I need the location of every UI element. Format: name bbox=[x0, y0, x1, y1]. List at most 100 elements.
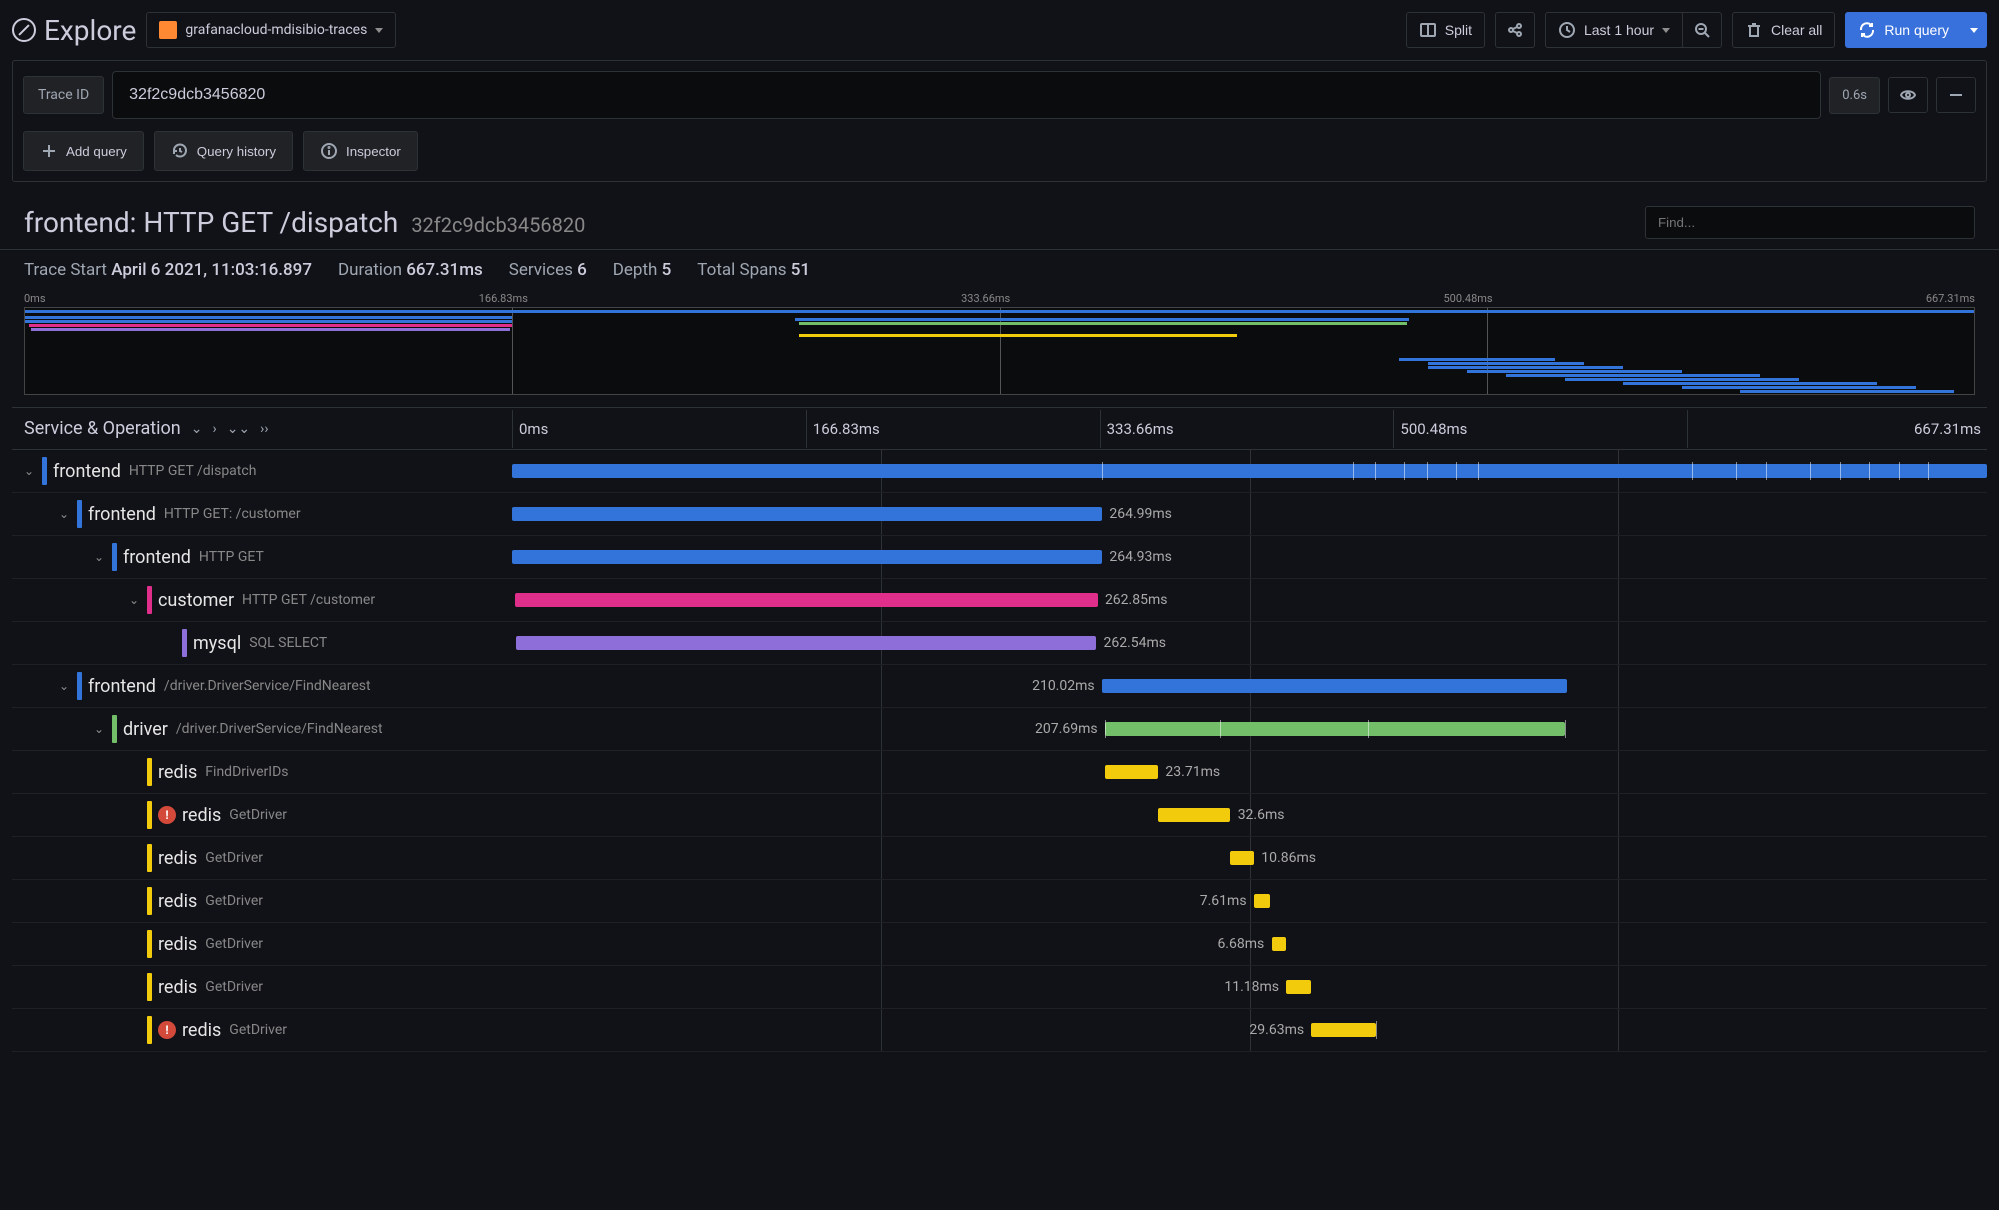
span-row[interactable]: redisGetDriver7.61ms bbox=[12, 880, 1987, 923]
query-history-button[interactable]: Query history bbox=[154, 131, 293, 171]
span-bar[interactable] bbox=[1102, 679, 1567, 693]
inspector-button[interactable]: Inspector bbox=[303, 131, 418, 171]
span-bar[interactable] bbox=[1254, 894, 1270, 908]
span-row[interactable]: !redisGetDriver29.63ms bbox=[12, 1009, 1987, 1052]
time-range-picker[interactable]: Last 1 hour bbox=[1545, 12, 1683, 48]
run-query-button[interactable]: Run query bbox=[1845, 12, 1962, 48]
chevron-down-icon bbox=[1970, 28, 1978, 33]
span-bar[interactable] bbox=[1158, 808, 1230, 822]
tick-label: 333.66ms bbox=[961, 292, 1010, 305]
columns-icon bbox=[1419, 21, 1437, 39]
minimap-body[interactable] bbox=[24, 307, 1975, 395]
span-bar[interactable] bbox=[1105, 765, 1158, 779]
span-bar[interactable] bbox=[512, 550, 1102, 564]
timeline-tick: 667.31ms bbox=[1687, 410, 1987, 448]
span-bar[interactable] bbox=[516, 636, 1096, 650]
zoom-out-button[interactable] bbox=[1683, 12, 1722, 48]
span-row[interactable]: redisGetDriver6.68ms bbox=[12, 923, 1987, 966]
find-input[interactable] bbox=[1645, 206, 1975, 239]
span-row[interactable]: redisGetDriver11.18ms bbox=[12, 966, 1987, 1009]
clock-icon bbox=[1558, 21, 1576, 39]
span-duration: 29.63ms bbox=[1249, 1022, 1304, 1038]
service-color-bar bbox=[147, 1016, 152, 1044]
tick-label: 166.83ms bbox=[479, 292, 528, 305]
toggle-visibility-button[interactable] bbox=[1888, 77, 1928, 113]
collapse-one-button[interactable]: ⌄⌄ bbox=[227, 421, 250, 437]
remove-query-button[interactable] bbox=[1936, 77, 1976, 113]
span-track bbox=[512, 450, 1987, 492]
span-row[interactable]: mysqlSQL SELECT262.54ms bbox=[12, 622, 1987, 665]
chevron-down-icon[interactable]: ⌄ bbox=[92, 550, 106, 564]
operation-name: HTTP GET: /customer bbox=[164, 506, 301, 522]
service-name: redis bbox=[158, 762, 197, 783]
service-name: frontend bbox=[88, 504, 156, 525]
service-name: frontend bbox=[53, 461, 121, 482]
datasource-picker[interactable]: grafanacloud-mdisibio-traces bbox=[146, 12, 396, 48]
span-track: 264.93ms bbox=[512, 536, 1987, 578]
trace-id-label: Trace ID bbox=[23, 76, 104, 114]
span-row[interactable]: ⌄frontendHTTP GET /dispatch bbox=[12, 450, 1987, 493]
span-row[interactable]: ⌄customerHTTP GET /customer262.85ms bbox=[12, 579, 1987, 622]
trace-minimap[interactable]: 0ms 166.83ms 333.66ms 500.48ms 667.31ms bbox=[24, 290, 1975, 395]
operation-name: GetDriver bbox=[205, 979, 263, 995]
chevron-down-icon[interactable]: ⌄ bbox=[22, 464, 36, 478]
span-duration: 262.54ms bbox=[1103, 635, 1166, 651]
span-row[interactable]: ⌄frontend/driver.DriverService/FindNeare… bbox=[12, 665, 1987, 708]
zoom-out-icon bbox=[1693, 21, 1711, 39]
chevron-down-icon[interactable]: ⌄ bbox=[57, 679, 71, 693]
span-duration: 264.93ms bbox=[1109, 549, 1172, 565]
stat-services: Services 6 bbox=[509, 260, 587, 280]
span-bar[interactable] bbox=[1105, 722, 1565, 736]
clear-all-button[interactable]: Clear all bbox=[1732, 12, 1835, 48]
service-operation-label: Service & Operation bbox=[24, 418, 181, 439]
span-label: redisGetDriver bbox=[12, 973, 512, 1001]
split-button[interactable]: Split bbox=[1406, 12, 1485, 48]
span-header-right: 0ms 166.83ms 333.66ms 500.48ms 667.31ms bbox=[512, 410, 1987, 448]
span-row[interactable]: ⌄frontendHTTP GET264.93ms bbox=[12, 536, 1987, 579]
span-row[interactable]: redisGetDriver10.86ms bbox=[12, 837, 1987, 880]
service-color-bar bbox=[147, 844, 152, 872]
span-row[interactable]: ⌄driver/driver.DriverService/FindNearest… bbox=[12, 708, 1987, 751]
span-track: 7.61ms bbox=[512, 880, 1987, 922]
span-bar[interactable] bbox=[1230, 851, 1254, 865]
span-label: ⌄customerHTTP GET /customer bbox=[12, 586, 512, 614]
error-icon: ! bbox=[158, 1021, 176, 1039]
tick-label: 500.48ms bbox=[1443, 292, 1492, 305]
span-bar[interactable] bbox=[1272, 937, 1287, 951]
span-duration: 6.68ms bbox=[1217, 936, 1264, 952]
span-track: 10.86ms bbox=[512, 837, 1987, 879]
trace-id-input[interactable] bbox=[112, 71, 1821, 119]
expand-one-button[interactable]: ›› bbox=[260, 421, 268, 437]
collapse-all-button[interactable]: ⌄ bbox=[191, 421, 203, 437]
tempo-logo-icon bbox=[159, 21, 177, 39]
span-row[interactable]: ⌄frontendHTTP GET: /customer264.99ms bbox=[12, 493, 1987, 536]
share-button[interactable] bbox=[1495, 12, 1535, 48]
service-name: driver bbox=[123, 719, 168, 740]
run-query-options[interactable] bbox=[1962, 12, 1987, 48]
timeline-tick: 0ms bbox=[512, 410, 806, 448]
span-header-left: Service & Operation ⌄ › ⌄⌄ ›› bbox=[12, 408, 512, 449]
chevron-down-icon bbox=[375, 28, 383, 33]
timeline-tick: 333.66ms bbox=[1100, 410, 1394, 448]
service-color-bar bbox=[77, 500, 82, 528]
span-bar[interactable] bbox=[512, 507, 1102, 521]
span-bar[interactable] bbox=[1286, 980, 1311, 994]
add-query-button[interactable]: Add query bbox=[23, 131, 144, 171]
expand-all-button[interactable]: › bbox=[212, 421, 216, 437]
stat-spans: Total Spans 51 bbox=[697, 260, 810, 280]
span-row[interactable]: redisFindDriverIDs23.71ms bbox=[12, 751, 1987, 794]
span-bar[interactable] bbox=[1311, 1023, 1376, 1037]
trash-icon bbox=[1745, 21, 1763, 39]
chevron-down-icon[interactable]: ⌄ bbox=[127, 593, 141, 607]
chevron-down-icon[interactable]: ⌄ bbox=[92, 722, 106, 736]
span-bar[interactable] bbox=[515, 593, 1098, 607]
query-panel: Trace ID 0.6s Add query Query history In… bbox=[12, 60, 1987, 182]
query-actions: Add query Query history Inspector bbox=[23, 131, 1976, 171]
span-duration: 7.61ms bbox=[1200, 893, 1247, 909]
service-name: frontend bbox=[123, 547, 191, 568]
span-row[interactable]: !redisGetDriver32.6ms bbox=[12, 794, 1987, 837]
service-name: frontend bbox=[88, 676, 156, 697]
span-label: ⌄frontend/driver.DriverService/FindNeare… bbox=[12, 672, 512, 700]
page-title: Explore bbox=[12, 14, 136, 47]
chevron-down-icon[interactable]: ⌄ bbox=[57, 507, 71, 521]
